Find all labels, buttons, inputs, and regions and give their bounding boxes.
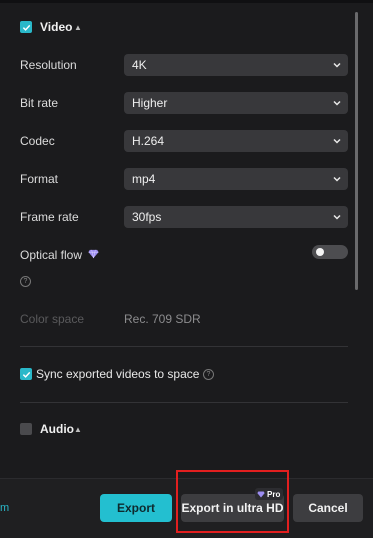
format-label: Format <box>20 172 59 186</box>
scrollbar-thumb[interactable] <box>355 12 358 290</box>
color-space-value: Rec. 709 SDR <box>124 312 201 326</box>
frame-rate-select[interactable]: 30fps <box>124 206 348 228</box>
chevron-down-icon <box>333 214 341 220</box>
caret-up-icon[interactable]: ▲ <box>74 425 82 434</box>
bit-rate-value: Higher <box>132 96 168 110</box>
check-icon <box>22 371 30 378</box>
caret-up-icon[interactable]: ▲ <box>74 23 82 32</box>
format-select[interactable]: mp4 <box>124 168 348 190</box>
codec-value: H.264 <box>132 134 165 148</box>
toggle-knob <box>316 248 324 256</box>
sync-help-icon[interactable]: ? <box>203 369 214 380</box>
format-value: mp4 <box>132 172 156 186</box>
footer-left-link[interactable]: m <box>0 502 9 514</box>
audio-section-title: Audio <box>40 422 74 436</box>
sync-checkbox[interactable] <box>20 368 32 380</box>
resolution-label: Resolution <box>20 58 77 72</box>
optical-flow-label: Optical flow <box>20 248 83 262</box>
sync-label: Sync exported videos to space <box>36 367 200 381</box>
frame-rate-label: Frame rate <box>20 210 79 224</box>
optical-flow-toggle[interactable] <box>312 245 348 259</box>
resolution-value: 4K <box>132 58 147 72</box>
video-section-checkbox[interactable] <box>20 21 32 33</box>
divider <box>20 402 348 403</box>
highlight-box <box>176 470 289 533</box>
color-space-label: Color space <box>20 312 85 326</box>
bit-rate-label: Bit rate <box>20 96 59 110</box>
chevron-down-icon <box>333 100 341 106</box>
chevron-down-icon <box>333 62 341 68</box>
export-settings-panel: Video ▲ Resolution 4K Bit rate Higher Co… <box>0 0 373 478</box>
chevron-down-icon <box>333 138 341 144</box>
video-section-title: Video <box>40 20 73 34</box>
audio-section-checkbox[interactable] <box>20 423 32 435</box>
divider <box>20 346 348 347</box>
chevron-down-icon <box>333 176 341 182</box>
optical-flow-help-icon[interactable]: ? <box>20 276 31 287</box>
bit-rate-select[interactable]: Higher <box>124 92 348 114</box>
check-icon <box>22 24 30 31</box>
cancel-button[interactable]: Cancel <box>293 494 363 522</box>
resolution-select[interactable]: 4K <box>124 54 348 76</box>
diamond-icon <box>88 249 99 259</box>
export-button[interactable]: Export <box>100 494 172 522</box>
codec-select[interactable]: H.264 <box>124 130 348 152</box>
frame-rate-value: 30fps <box>132 210 162 224</box>
codec-label: Codec <box>20 134 55 148</box>
